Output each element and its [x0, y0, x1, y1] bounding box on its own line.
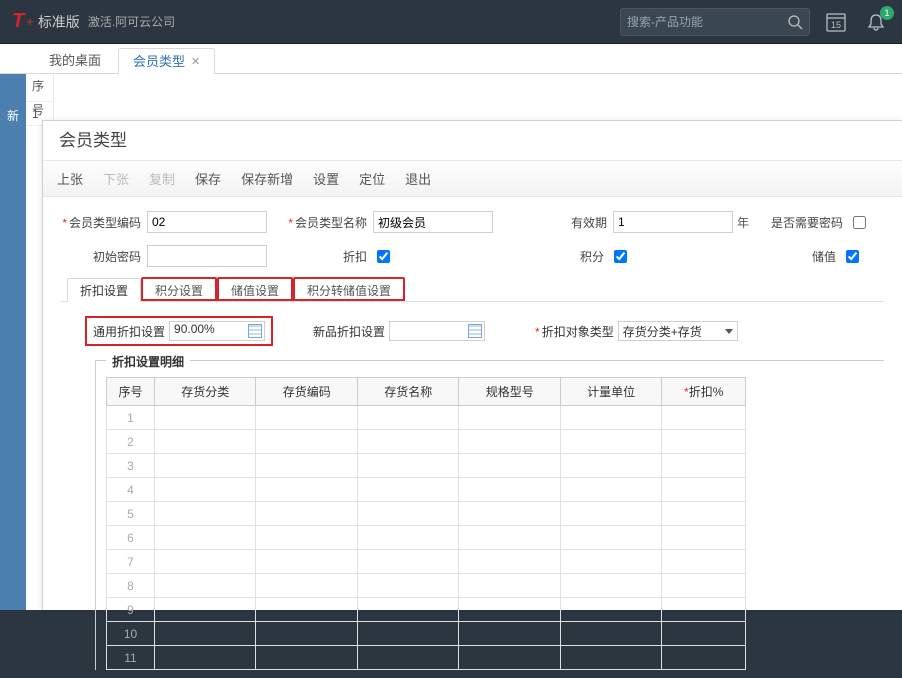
calendar-icon: 15 — [825, 11, 847, 33]
checkbox-discount[interactable] — [377, 250, 390, 263]
th-seq: 序号 — [107, 378, 155, 406]
label-need-pwd: 是否需要密码 — [769, 214, 849, 231]
close-icon[interactable]: ✕ — [191, 49, 200, 75]
toolbar-locate[interactable]: 定位 — [359, 169, 385, 188]
label-points: 积分 — [560, 248, 610, 265]
toolbar-copy: 复制 — [149, 169, 175, 188]
label-init-pwd: 初始密码 — [61, 248, 147, 265]
company-label: 激活.阿可云公司 — [88, 13, 175, 30]
table-row[interactable]: 5 — [107, 502, 746, 526]
search-input[interactable] — [627, 15, 787, 29]
picker-icon[interactable] — [248, 324, 262, 338]
label-valid: 有效期 — [563, 214, 613, 231]
page-title: 会员类型 — [43, 121, 902, 161]
label-target-type: 折扣对象类型 — [535, 323, 614, 340]
toolbar-exit[interactable]: 退出 — [405, 169, 431, 188]
detail-legend: 折扣设置明细 — [106, 353, 190, 370]
tab-member-type[interactable]: 会员类型✕ — [118, 48, 215, 74]
label-stored: 储值 — [802, 248, 842, 265]
unit-year: 年 — [737, 214, 749, 231]
input-valid[interactable] — [613, 211, 733, 233]
toolbar-save-new[interactable]: 保存新增 — [241, 169, 293, 188]
th-spec: 规格型号 — [459, 378, 560, 406]
label-discount: 折扣 — [287, 248, 373, 265]
th-unit: 计量单位 — [560, 378, 661, 406]
table-row[interactable]: 10 — [107, 622, 746, 646]
input-member-name[interactable] — [373, 211, 493, 233]
th-cat: 存货分类 — [155, 378, 256, 406]
th-disc: 折扣% — [662, 378, 746, 406]
app-logo-plus: + — [26, 14, 34, 29]
detail-table: 序号 存货分类 存货编码 存货名称 规格型号 计量单位 折扣% 12345678… — [106, 377, 746, 670]
table-row[interactable]: 4 — [107, 478, 746, 502]
grid-header-seq: 序号 — [26, 74, 53, 102]
th-code: 存货编码 — [256, 378, 357, 406]
table-row[interactable]: 3 — [107, 454, 746, 478]
table-row[interactable]: 6 — [107, 526, 746, 550]
label-new-discount: 新品折扣设置 — [313, 323, 385, 340]
label-member-code: 会员类型编码 — [61, 214, 147, 231]
toolbar-prev[interactable]: 上张 — [57, 169, 83, 188]
svg-text:15: 15 — [831, 20, 841, 30]
input-member-code[interactable] — [147, 211, 267, 233]
subtab-points-to-stored[interactable]: 积分转储值设置 — [293, 277, 405, 301]
picker-icon[interactable] — [468, 324, 482, 338]
toolbar-save[interactable]: 保存 — [195, 169, 221, 188]
input-init-pwd[interactable] — [147, 245, 267, 267]
label-general-discount: 通用折扣设置 — [93, 323, 165, 340]
chevron-down-icon — [725, 329, 733, 334]
table-row[interactable]: 8 — [107, 574, 746, 598]
table-row[interactable]: 11 — [107, 646, 746, 670]
app-logo: T — [12, 10, 24, 33]
subtab-points[interactable]: 积分设置 — [141, 277, 217, 301]
subtab-stored[interactable]: 储值设置 — [217, 277, 293, 301]
general-discount-cell[interactable]: 通用折扣设置 90.00% — [85, 316, 273, 346]
checkbox-stored[interactable] — [846, 250, 859, 263]
combo-target-type[interactable]: 存货分类+存货 — [618, 321, 738, 341]
checkbox-points[interactable] — [614, 250, 627, 263]
toolbar-next: 下张 — [103, 169, 129, 188]
notification-badge: 1 — [880, 6, 894, 20]
label-member-name: 会员类型名称 — [287, 214, 373, 231]
edition-label: 标准版 — [38, 12, 80, 32]
th-name: 存货名称 — [357, 378, 458, 406]
checkbox-need-pwd[interactable] — [853, 216, 866, 229]
table-row[interactable]: 1 — [107, 406, 746, 430]
toolbar-settings[interactable]: 设置 — [313, 169, 339, 188]
notifications-button[interactable]: 1 — [862, 8, 890, 36]
table-row[interactable]: 2 — [107, 430, 746, 454]
subtab-discount[interactable]: 折扣设置 — [67, 278, 141, 302]
table-row[interactable]: 7 — [107, 550, 746, 574]
input-new-discount[interactable] — [389, 321, 485, 341]
search-icon[interactable] — [787, 14, 803, 30]
new-button[interactable]: 新 — [0, 102, 26, 130]
tab-desktop[interactable]: 我的桌面 — [34, 47, 116, 73]
calendar-button[interactable]: 15 — [822, 8, 850, 36]
search-box[interactable] — [620, 8, 810, 36]
input-general-discount[interactable]: 90.00% — [169, 321, 265, 341]
